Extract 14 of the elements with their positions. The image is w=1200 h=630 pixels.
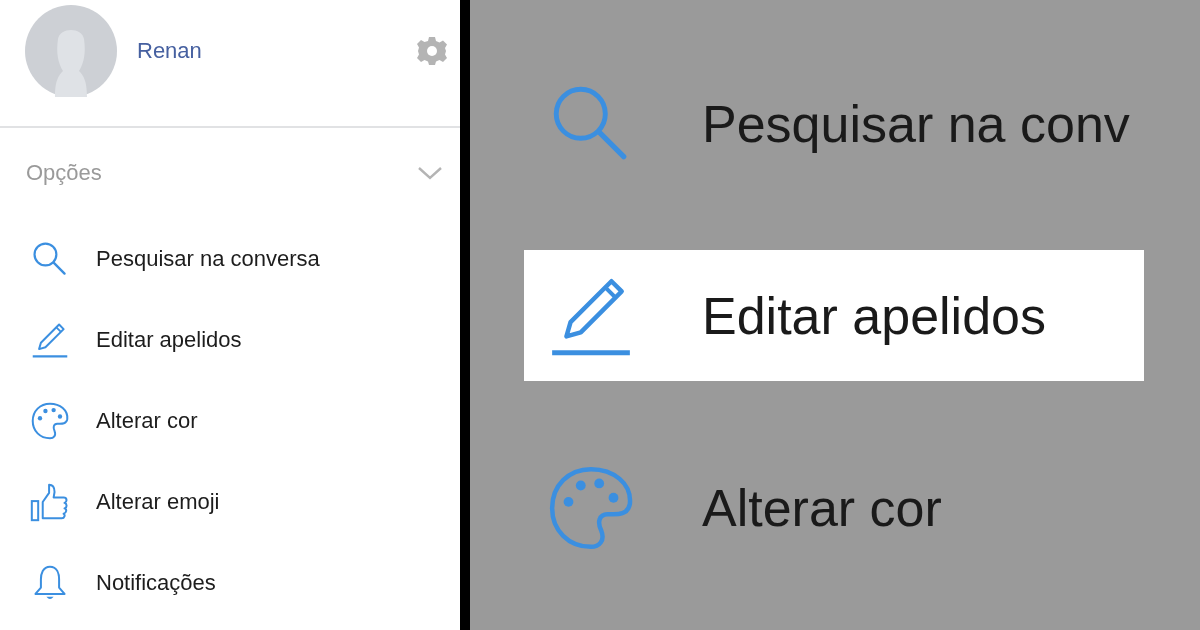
profile-name[interactable]: Renan [137,38,416,64]
highlighted-menu-item[interactable]: Editar apelidos [524,250,1144,381]
section-title: Opções [26,160,102,186]
menu-item-label: Alterar cor [702,477,942,538]
menu-item[interactable]: Notificações [96,569,216,596]
menu-item[interactable]: Alterar cor [96,407,198,434]
menu-item[interactable]: Editar apelidos [96,326,242,353]
settings-icon[interactable] [416,35,448,67]
thumbs-up-icon [30,481,70,522]
palette-icon [30,400,70,441]
menu-item[interactable]: Alterar emoji [96,488,220,515]
menu-item-label: Editar apelidos [702,285,1046,346]
menu-item-label: Pesquisar na conv [702,93,1130,154]
menu-item[interactable]: Pesquisar na conversa [96,245,320,272]
